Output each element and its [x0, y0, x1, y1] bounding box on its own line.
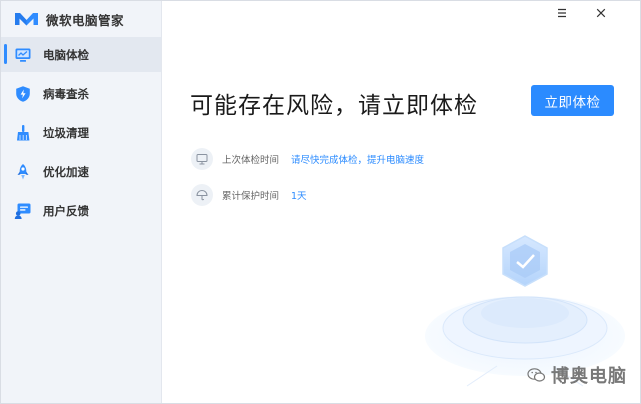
app-title: 微软电脑管家 [46, 12, 125, 28]
risk-headline: 可能存在风险，请立即体检 [190, 93, 478, 119]
protection-row: 累计保护时间 1天 [191, 184, 307, 206]
sidebar-item-label: 病毒查杀 [43, 86, 89, 101]
screen-icon [196, 154, 208, 165]
sidebar-item-optimize[interactable]: 优化加速 [1, 154, 161, 189]
sidebar: 微软电脑管家 电脑体检 病毒查杀 垃圾清理 优化加速 用户反馈 [1, 1, 162, 403]
sidebar-item-label: 用户反馈 [43, 203, 89, 218]
broom-icon [17, 124, 30, 140]
app-window: 微软电脑管家 电脑体检 病毒查杀 垃圾清理 优化加速 用户反馈 可能存在风险，请… [0, 0, 641, 404]
monitor-icon [15, 48, 31, 62]
main-panel: 可能存在风险，请立即体检 立即体检 上次体检时间 请尽快完成体检，提升电脑速度 … [162, 1, 640, 403]
protection-icon-wrap [191, 184, 213, 206]
sidebar-nav: 电脑体检 病毒查杀 垃圾清理 优化加速 用户反馈 [1, 37, 161, 232]
sidebar-item-label: 垃圾清理 [43, 125, 89, 140]
umbrella-icon [196, 189, 208, 201]
protection-label: 累计保护时间 [222, 191, 280, 202]
watermark-text: 博奥电脑 [551, 366, 627, 387]
menu-icon [558, 8, 566, 18]
brand: 微软电脑管家 [14, 9, 124, 29]
last-check-link[interactable]: 请尽快完成体检，提升电脑速度 [291, 152, 424, 166]
rocket-icon [17, 163, 29, 179]
wechat-icon [527, 368, 546, 382]
sidebar-item-label: 优化加速 [43, 164, 89, 179]
sidebar-item-junk-cleanup[interactable]: 垃圾清理 [1, 115, 161, 150]
shield-icon [16, 85, 30, 102]
window-close-button[interactable] [591, 3, 611, 23]
sidebar-item-pc-checkup[interactable]: 电脑体检 [1, 37, 161, 72]
watermark: 博奥电脑 [527, 363, 627, 387]
last-check-icon-wrap [191, 148, 213, 170]
close-icon [596, 8, 606, 18]
sidebar-item-label: 电脑体检 [43, 47, 89, 62]
window-menu-button[interactable] [552, 3, 572, 23]
app-logo-icon [15, 13, 38, 26]
feedback-icon [14, 203, 31, 219]
sidebar-item-virus-scan[interactable]: 病毒查杀 [1, 76, 161, 111]
protection-value: 1天 [291, 191, 307, 202]
last-check-row: 上次体检时间 请尽快完成体检，提升电脑速度 [191, 148, 424, 170]
sidebar-item-feedback[interactable]: 用户反馈 [1, 193, 161, 228]
last-check-label: 上次体检时间 [222, 155, 280, 166]
check-now-button[interactable]: 立即体检 [531, 85, 614, 116]
